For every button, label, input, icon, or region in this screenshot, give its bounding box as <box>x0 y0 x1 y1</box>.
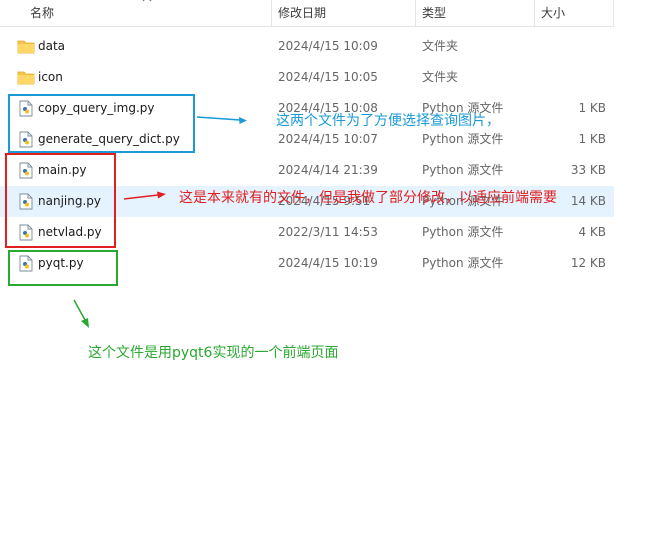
green-arrow <box>73 299 89 328</box>
red-annotation-text: 这是本来就有的文件，但是我做了部分修改，以适应前端需要 <box>179 190 557 206</box>
blue-arrow <box>196 116 247 124</box>
green-annotation-text: 这个文件是用pyqt6实现的一个前端页面 <box>88 345 339 361</box>
annotation-arrows <box>73 116 247 328</box>
red-arrow <box>123 191 166 200</box>
blue-annotation-text: 这两个文件为了方便选择查询图片， <box>276 113 500 129</box>
